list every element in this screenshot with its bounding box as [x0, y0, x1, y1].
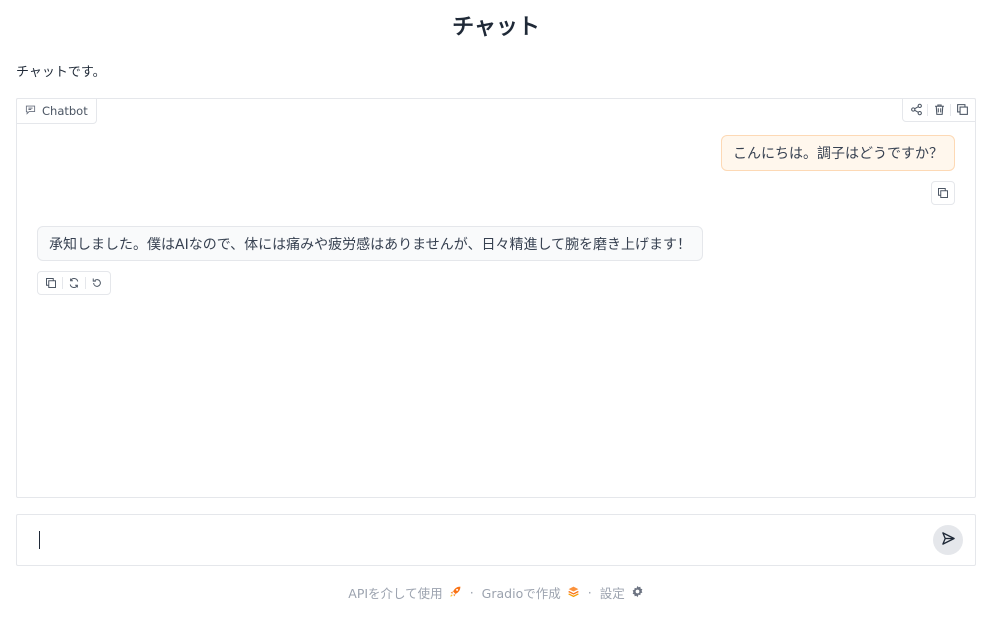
copy-all-button[interactable] — [951, 100, 973, 120]
clear-button[interactable] — [928, 100, 950, 120]
message-input-box — [16, 514, 976, 566]
bot-message: 承知しました。僕はAIなので、体には痛みや疲労感はありませんが、日々精進して腕を… — [37, 226, 704, 261]
gradio-link-label: Gradioで作成 — [481, 586, 561, 601]
page-description: チャットです。 — [16, 65, 106, 80]
undo-icon — [91, 274, 103, 293]
api-link-label: APIを介して使用 — [348, 586, 443, 601]
copy-icon — [937, 184, 949, 203]
share-button[interactable] — [905, 100, 927, 120]
retry-icon — [68, 274, 80, 293]
copy-icon — [956, 101, 969, 120]
send-button[interactable] — [933, 525, 963, 555]
chat-icon — [25, 104, 36, 118]
page-title: チャット — [452, 15, 540, 40]
gradio-logo-icon — [567, 585, 580, 601]
api-link[interactable]: APIを介して使用 — [348, 583, 461, 602]
gradio-link[interactable]: Gradioで作成 — [482, 583, 580, 602]
message-input[interactable] — [31, 527, 911, 555]
chatbot-label: Chatbot — [16, 98, 97, 124]
share-icon — [910, 101, 923, 120]
send-icon — [941, 531, 956, 550]
footer-separator: · — [587, 585, 592, 600]
user-copy-button[interactable] — [931, 181, 955, 205]
footer-separator: · — [469, 585, 474, 600]
retry-button[interactable] — [63, 273, 85, 293]
user-message: こんにちは。調子はどうですか？ — [721, 135, 955, 171]
bot-copy-button[interactable] — [40, 273, 62, 293]
settings-link-label: 設定 — [599, 586, 625, 601]
bot-message-actions — [37, 271, 111, 295]
undo-button[interactable] — [86, 273, 108, 293]
text-caret — [39, 531, 40, 549]
copy-icon — [45, 274, 57, 293]
settings-link[interactable]: 設定 — [600, 583, 644, 602]
footer: APIを介して使用 · Gradioで作成 · 設定 — [0, 583, 992, 602]
chatbot-panel: Chatbot こんにちは。調子はどうですか？ 承知しました。僕はAIなので、体… — [16, 98, 976, 498]
chatbot-label-text: Chatbot — [42, 104, 88, 118]
gear-icon — [631, 585, 644, 601]
chatbot-toolbar — [902, 98, 976, 122]
trash-icon — [933, 101, 946, 120]
rocket-icon — [449, 585, 462, 601]
